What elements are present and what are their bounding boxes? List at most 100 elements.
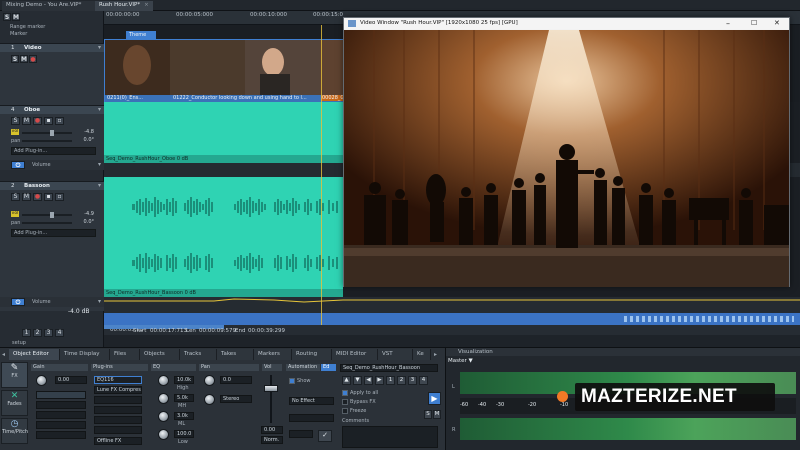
automation-param-field[interactable] xyxy=(289,430,313,438)
chevron-down-icon[interactable]: ▾ xyxy=(98,161,101,168)
eq-low-value[interactable]: 100.0 xyxy=(174,430,194,438)
page-button-2[interactable]: 2 xyxy=(33,329,42,337)
track-name[interactable]: Video xyxy=(24,45,42,51)
chevron-down-icon[interactable]: ▾ xyxy=(98,182,101,189)
gain-field-2[interactable] xyxy=(36,401,86,409)
add-plugin-field[interactable]: Add Plug-in... xyxy=(11,229,96,237)
bypass-fx-checkbox[interactable] xyxy=(342,399,348,405)
plugin-slot-6[interactable] xyxy=(94,426,142,434)
solo-button[interactable]: S xyxy=(11,117,20,125)
freeze-checkbox[interactable] xyxy=(342,408,348,414)
show-checkbox[interactable] xyxy=(289,378,295,384)
global-mute-button[interactable]: M xyxy=(12,13,20,21)
eq-ml-value[interactable]: 3.0k xyxy=(174,412,194,420)
mute-button[interactable]: M xyxy=(20,55,28,63)
track-bassoon[interactable]: 2 Bassoon ▾ S M ● ▪ ▫ vol -4.9 pan 0.0° … xyxy=(0,181,104,315)
offline-fx-field[interactable]: Offline FX xyxy=(94,437,142,445)
automation-icon[interactable]: ▫ xyxy=(55,117,64,125)
eq-high-value[interactable]: 10.0k xyxy=(174,376,194,384)
play-icon[interactable]: ▶ xyxy=(428,392,441,405)
pan-mode-knob[interactable] xyxy=(204,394,215,405)
plugin-slot-4[interactable] xyxy=(94,406,142,414)
page-button-2[interactable]: 2 xyxy=(397,376,406,385)
pan-mode-field[interactable]: Stereo xyxy=(220,395,252,403)
volume-slider[interactable] xyxy=(22,214,72,216)
tab-rush-hour[interactable]: Rush Hour.VIP* × xyxy=(95,1,153,11)
volume-slider-knob[interactable] xyxy=(50,130,54,136)
monitor-icon[interactable]: ▪ xyxy=(44,193,53,201)
minimize-icon[interactable]: – xyxy=(726,18,730,29)
monitor-icon[interactable]: ▪ xyxy=(44,117,53,125)
add-plugin-field[interactable]: Add Plug-in... xyxy=(11,147,96,155)
gain-value-field[interactable]: 0.00 xyxy=(55,376,87,384)
tab-scroll-icon[interactable]: ▸ xyxy=(434,351,437,358)
track-name[interactable]: Oboe xyxy=(24,107,40,113)
arrow-up-icon[interactable]: ▲ xyxy=(342,376,351,385)
page-button-1[interactable]: 1 xyxy=(22,329,31,337)
video-window[interactable]: Video Window "Rush Hour.VIP" [1920x1080 … xyxy=(343,17,790,287)
mute-button[interactable]: M xyxy=(22,117,31,125)
automation-toggle-icon[interactable]: ⏻ xyxy=(11,161,25,169)
eq-mh-value[interactable]: 5.0k xyxy=(174,394,194,402)
panel-menu-icon[interactable]: ◂ xyxy=(2,351,5,358)
tab-mixing-demo[interactable]: Mixing Demo - You Are.VIP* xyxy=(2,1,95,11)
eq-ml-knob[interactable] xyxy=(158,411,169,422)
oboe-clip[interactable]: Seq_Demo_RushHour_Oboe 0 dB xyxy=(104,102,343,163)
record-icon[interactable]: ● xyxy=(29,55,37,63)
tab-objects[interactable]: Objects xyxy=(140,349,180,360)
automation-field[interactable] xyxy=(289,414,334,422)
vol-fader-knob[interactable] xyxy=(264,385,278,392)
eq-mh-knob[interactable] xyxy=(158,393,169,404)
gain-field-4[interactable] xyxy=(36,421,86,429)
no-effect-field[interactable]: No Effect xyxy=(289,397,334,405)
playhead-line[interactable] xyxy=(321,25,322,325)
close-icon[interactable]: × xyxy=(144,2,149,8)
theme-marker[interactable]: Theme xyxy=(126,31,156,39)
mute-button[interactable]: M xyxy=(22,193,31,201)
volume-slider-knob[interactable] xyxy=(50,212,54,218)
fx-tool-button[interactable]: ✎ FX xyxy=(1,362,28,388)
automation-curve[interactable] xyxy=(104,297,800,313)
arrow-down-icon[interactable]: ▼ xyxy=(353,376,362,385)
chevron-down-icon[interactable]: ▾ xyxy=(98,106,101,113)
gain-field-3[interactable] xyxy=(36,411,86,419)
plugin-slot-1[interactable]: EQ116 xyxy=(94,376,142,384)
gain-field-5[interactable] xyxy=(36,431,86,439)
vol-fader-track[interactable] xyxy=(270,375,272,423)
automation-tool-icon[interactable]: ✓ xyxy=(318,430,332,442)
video-clip[interactable]: 0211(0)_Ens... 01222_Conductor looking d… xyxy=(104,39,351,102)
solo-button[interactable]: S xyxy=(11,55,19,63)
object-name-field[interactable]: Seq_Demo_RushHour_Bassoon xyxy=(340,364,438,372)
comments-field[interactable] xyxy=(342,426,438,448)
page-button-4[interactable]: 4 xyxy=(55,329,64,337)
fades-tool-button[interactable]: ✕ Fades xyxy=(1,390,28,416)
tab-tracks[interactable]: Tracks xyxy=(180,349,217,360)
marker-lane[interactable] xyxy=(104,313,800,325)
bassoon-clip[interactable]: Seq_Demo_RushHour_Bassoon 0 dB xyxy=(104,177,343,297)
page-button-1[interactable]: 1 xyxy=(386,376,395,385)
record-icon[interactable]: ● xyxy=(33,117,42,125)
close-icon[interactable]: ✕ xyxy=(774,18,780,29)
setup-label[interactable]: setup xyxy=(12,340,26,346)
video-window-titlebar[interactable]: Video Window "Rush Hour.VIP" [1920x1080 … xyxy=(344,18,789,29)
eq-low-knob[interactable] xyxy=(158,429,169,440)
tab-keyboard[interactable]: Ke xyxy=(413,349,431,360)
tab-routing[interactable]: Routing xyxy=(292,349,332,360)
vol-value-field[interactable]: 0.00 xyxy=(261,426,283,434)
pan-value-field[interactable]: 0.0 xyxy=(220,376,252,384)
page-button-4[interactable]: 4 xyxy=(419,376,428,385)
solo-button[interactable]: S xyxy=(424,410,432,419)
chevron-down-icon[interactable]: ▾ xyxy=(98,298,101,305)
vol-mode-field[interactable]: Norm. xyxy=(261,436,283,444)
arrow-left-icon[interactable]: ◀ xyxy=(364,376,373,385)
pan-slider[interactable] xyxy=(22,222,72,224)
record-icon[interactable]: ● xyxy=(33,193,42,201)
tab-takes[interactable]: Takes xyxy=(217,349,254,360)
apply-all-checkbox[interactable] xyxy=(342,390,348,396)
automation-edit-button[interactable]: Ed xyxy=(321,364,336,371)
pan-slider[interactable] xyxy=(22,140,72,142)
track-name[interactable]: Bassoon xyxy=(24,183,50,189)
solo-button[interactable]: S xyxy=(11,193,20,201)
gain-knob[interactable] xyxy=(36,375,47,386)
mute-button[interactable]: M xyxy=(433,410,441,419)
